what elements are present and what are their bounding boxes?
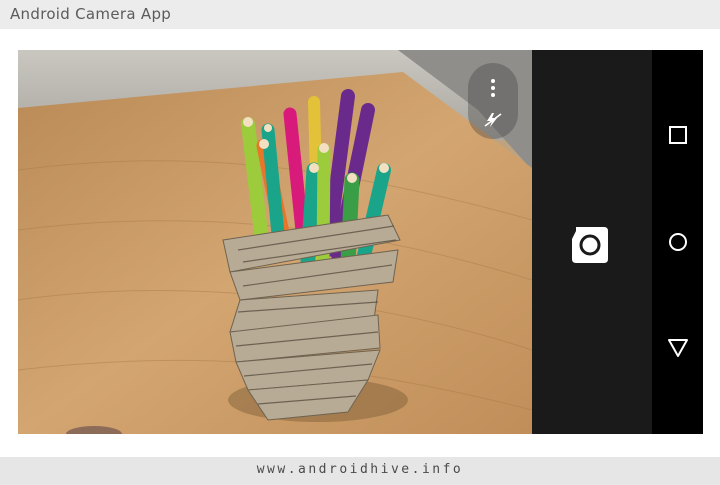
camera-icon[interactable] bbox=[570, 219, 610, 263]
android-nav-bar bbox=[652, 50, 703, 434]
footer-url: www.androidhive.info bbox=[256, 462, 464, 477]
camera-control-strip bbox=[532, 50, 652, 434]
flash-off-icon[interactable] bbox=[483, 112, 503, 128]
circle-icon[interactable] bbox=[667, 231, 689, 253]
viewfinder-photo bbox=[18, 50, 532, 434]
footer-bar: www.androidhive.info bbox=[0, 457, 720, 485]
camera-viewfinder[interactable] bbox=[18, 50, 532, 434]
title-bar: Android Camera App bbox=[0, 0, 720, 29]
square-icon[interactable] bbox=[667, 124, 689, 146]
more-vert-icon[interactable] bbox=[490, 79, 496, 99]
page-title: Android Camera App bbox=[10, 5, 172, 23]
camera-options-overlay bbox=[468, 63, 518, 139]
device-screen bbox=[18, 50, 703, 434]
triangle-icon[interactable] bbox=[667, 337, 689, 359]
